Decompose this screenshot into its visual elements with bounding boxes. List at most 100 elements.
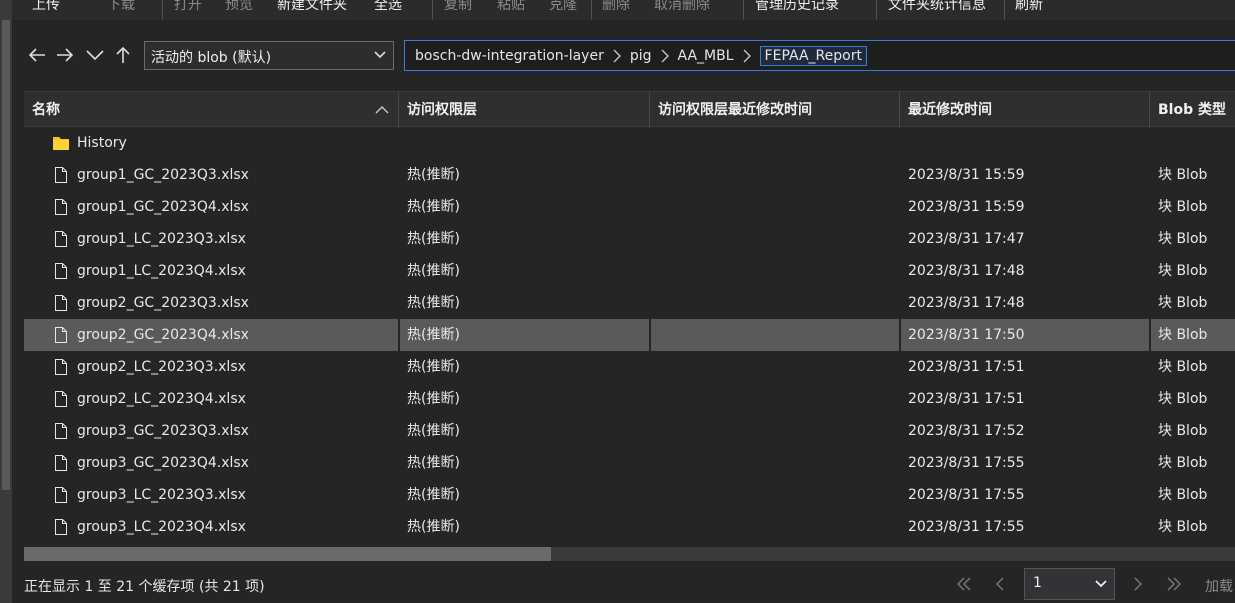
arrow-right-icon	[57, 48, 74, 62]
table-row[interactable]: group3_GC_2023Q3.xlsx 热(推断) 2023/8/31 17:5…	[24, 415, 1235, 447]
table-row[interactable]: group3_GC_2023Q4.xlsx 热(推断) 2023/8/31 17:5…	[24, 447, 1235, 479]
status-text: 正在显示 1 至 21 个缓存项 (共 21 项)	[24, 579, 265, 595]
cell-name: History	[77, 135, 127, 151]
file-icon	[52, 294, 70, 312]
cell-modified: 2023/8/31 17:48	[908, 295, 1025, 311]
folder-row[interactable]: History	[24, 127, 1235, 159]
table-row[interactable]: group3_LC_2023Q4.xlsx 热(推断) 2023/8/31 17:5…	[24, 511, 1235, 543]
cell-blob-type: 块 Blob	[1158, 327, 1208, 343]
cell-tier: 热(推断)	[407, 199, 460, 215]
manage-history-button[interactable]: 管理历史记录	[755, 0, 839, 14]
cell-modified: 2023/8/31 17:48	[908, 263, 1025, 279]
horizontal-scrollbar-thumb[interactable]	[24, 547, 551, 561]
chevron-right-icon	[613, 49, 621, 62]
breadcrumb-current[interactable]: FEPAA_Report	[759, 45, 867, 66]
cell-blob-type: 块 Blob	[1158, 455, 1208, 471]
folder-stats-button[interactable]: 文件夹统计信息	[888, 0, 986, 14]
breadcrumb[interactable]: bosch-dw-integration-layer pig AA_MBL FE…	[404, 40, 1235, 71]
up-button[interactable]	[112, 42, 134, 68]
arrow-left-icon	[28, 48, 45, 62]
cell-name: group3_LC_2023Q4.xlsx	[77, 519, 246, 535]
file-icon	[52, 422, 70, 440]
cell-name: group1_LC_2023Q4.xlsx	[77, 263, 246, 279]
table-row[interactable]: group2_LC_2023Q4.xlsx 热(推断) 2023/8/31 17:5…	[24, 383, 1235, 415]
cell-name: group2_GC_2023Q4.xlsx	[77, 327, 249, 343]
previous-page-icon[interactable]	[990, 574, 1010, 594]
table-row[interactable]: group2_LC_2023Q3.xlsx 热(推断) 2023/8/31 17:5…	[24, 351, 1235, 383]
cell-tier: 热(推断)	[407, 295, 460, 311]
toolbar: 上传 下载 打开 预览 新建文件夹 全选 复制 粘贴 克隆 删除 取消删除 管理…	[12, 0, 1235, 20]
first-page-icon[interactable]	[954, 574, 974, 594]
toolbar-divider	[876, 0, 877, 20]
cell-tier: 热(推断)	[407, 455, 460, 471]
cell-tier: 热(推断)	[407, 359, 460, 375]
download-button[interactable]: 下载	[107, 0, 135, 14]
undelete-button[interactable]: 取消删除	[654, 0, 710, 14]
table-row[interactable]: group1_GC_2023Q3.xlsx 热(推断) 2023/8/31 15:5…	[24, 159, 1235, 191]
cell-name: group2_LC_2023Q3.xlsx	[77, 359, 246, 375]
table-row[interactable]: group2_GC_2023Q4.xlsx 热(推断) 2023/8/31 17:5…	[24, 319, 1235, 351]
upload-button[interactable]: 上传	[32, 0, 60, 14]
column-header-name[interactable]: 名称	[24, 92, 398, 128]
file-icon	[52, 262, 70, 280]
table-row[interactable]: group2_GC_2023Q3.xlsx 热(推断) 2023/8/31 17:4…	[24, 287, 1235, 319]
column-header-access-tier[interactable]: 访问权限层	[399, 92, 649, 128]
load-more-button[interactable]: 加载	[1205, 576, 1233, 596]
cell-tier: 热(推断)	[407, 423, 460, 439]
horizontal-scrollbar[interactable]	[24, 547, 1235, 561]
breadcrumb-item[interactable]: AA_MBL	[678, 48, 734, 64]
cell-divider	[1149, 319, 1151, 351]
forward-button[interactable]	[54, 42, 76, 68]
delete-button[interactable]: 删除	[602, 0, 630, 14]
sort-ascending-icon[interactable]	[374, 102, 390, 118]
paste-button[interactable]: 粘贴	[497, 0, 525, 14]
column-header-tier-modified[interactable]: 访问权限层最近修改时间	[650, 92, 899, 128]
breadcrumb-item[interactable]: pig	[630, 48, 652, 64]
back-button[interactable]	[26, 42, 48, 68]
copy-button[interactable]: 复制	[444, 0, 472, 14]
cell-name: group3_LC_2023Q3.xlsx	[77, 487, 246, 503]
cell-name: group1_GC_2023Q4.xlsx	[77, 199, 249, 215]
left-scrollbar-thumb[interactable]	[2, 20, 10, 490]
file-icon	[52, 358, 70, 376]
column-header-blob-type[interactable]: Blob 类型	[1150, 92, 1235, 128]
blob-table: 名称 访问权限层 访问权限层最近修改时间 最近修改时间 Blob 类型 Hist…	[24, 91, 1235, 543]
table-row[interactable]: group1_LC_2023Q4.xlsx 热(推断) 2023/8/31 17:4…	[24, 255, 1235, 287]
cell-name: group1_LC_2023Q3.xlsx	[77, 231, 246, 247]
blob-view-value: 活动的 blob (默认)	[151, 50, 272, 66]
column-header-last-modified[interactable]: 最近修改时间	[900, 92, 1149, 128]
page-select[interactable]: 1	[1024, 568, 1115, 600]
cell-tier: 热(推断)	[407, 327, 460, 343]
left-scrollbar[interactable]	[0, 0, 12, 603]
cell-blob-type: 块 Blob	[1158, 359, 1208, 375]
cell-blob-type: 块 Blob	[1158, 391, 1208, 407]
table-row[interactable]: group3_LC_2023Q3.xlsx 热(推断) 2023/8/31 17:5…	[24, 479, 1235, 511]
cell-modified: 2023/8/31 17:51	[908, 359, 1025, 375]
toolbar-divider	[432, 0, 433, 20]
new-folder-button[interactable]: 新建文件夹	[277, 0, 347, 14]
preview-button[interactable]: 预览	[225, 0, 253, 14]
table-row[interactable]: group1_LC_2023Q3.xlsx 热(推断) 2023/8/31 17:4…	[24, 223, 1235, 255]
cell-blob-type: 块 Blob	[1158, 167, 1208, 183]
blob-view-select[interactable]: 活动的 blob (默认)	[144, 41, 394, 70]
select-all-button[interactable]: 全选	[374, 0, 402, 14]
recent-locations-button[interactable]	[84, 42, 106, 68]
chevron-down-icon	[86, 50, 104, 61]
cell-modified: 2023/8/31 17:52	[908, 423, 1025, 439]
refresh-button[interactable]: 刷新	[1015, 0, 1043, 14]
breadcrumb-item[interactable]: bosch-dw-integration-layer	[415, 48, 604, 64]
page-select-value: 1	[1033, 575, 1042, 591]
open-button[interactable]: 打开	[174, 0, 202, 14]
cell-name: group2_LC_2023Q4.xlsx	[77, 391, 246, 407]
cell-modified: 2023/8/31 17:51	[908, 391, 1025, 407]
next-page-icon[interactable]	[1128, 574, 1148, 594]
cell-tier: 热(推断)	[407, 263, 460, 279]
file-icon	[52, 486, 70, 504]
cell-blob-type: 块 Blob	[1158, 263, 1208, 279]
file-icon	[52, 454, 70, 472]
last-page-icon[interactable]	[1164, 574, 1184, 594]
table-row[interactable]: group1_GC_2023Q4.xlsx 热(推断) 2023/8/31 15:5…	[24, 191, 1235, 223]
toolbar-divider	[591, 0, 592, 20]
cell-blob-type: 块 Blob	[1158, 295, 1208, 311]
clone-button[interactable]: 克隆	[549, 0, 577, 14]
